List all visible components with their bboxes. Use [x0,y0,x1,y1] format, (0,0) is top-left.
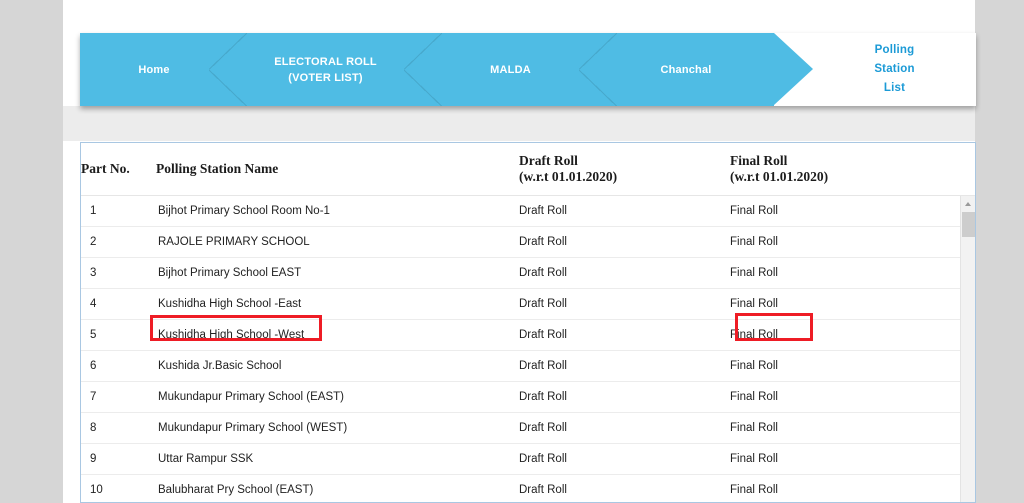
cell-draft-roll[interactable]: Draft Roll [519,319,730,351]
table-row: 4 Kushidha High School -East Draft Roll Fin… [81,288,975,320]
cell-final-roll[interactable]: Final Roll [730,257,975,289]
column-title: Final Roll [730,153,788,168]
cell-part-no: 10 [81,474,156,502]
cell-station-name: Uttar Rampur SSK [156,443,519,475]
cell-station-name: Kushida Jr.Basic School [156,350,519,382]
table-row: 8 Mukundapur Primary School (WEST) Draft R… [81,412,975,444]
cell-final-roll[interactable]: Final Roll [730,381,975,413]
cell-draft-roll[interactable]: Draft Roll [519,474,730,502]
cell-final-roll[interactable]: Final Roll [730,226,975,258]
table-row: 3 Bijhot Primary School EAST Draft Roll Fin… [81,257,975,289]
table-row: 7 Mukundapur Primary School (EAST) Draft R… [81,381,975,413]
cell-draft-roll[interactable]: Draft Roll [519,226,730,258]
vertical-scrollbar[interactable] [960,196,975,502]
column-title: Polling Station Name [156,161,279,176]
polling-station-table: Part No. Polling Station Name Draft Roll… [81,143,975,502]
table-body: 1 Bijhot Primary School Room No-1 Draft Ro… [81,195,975,502]
breadcrumb: Home ELECTORAL ROLL (VOTER LIST) MALDA C… [80,33,976,106]
table-header-row: Part No. Polling Station Name Draft Roll… [81,143,975,196]
column-title: Part No. [81,161,130,176]
cell-station-name: Kushidha High School -West [156,319,519,351]
breadcrumb-item-chanchal[interactable]: Chanchal [598,33,774,106]
column-header-station-name: Polling Station Name [156,143,519,196]
cell-draft-roll[interactable]: Draft Roll [519,288,730,320]
cell-draft-roll[interactable]: Draft Roll [519,195,730,227]
cell-station-name: RAJOLE PRIMARY SCHOOL [156,226,519,258]
cell-part-no: 7 [81,381,156,413]
cell-draft-roll[interactable]: Draft Roll [519,412,730,444]
cell-station-name: Mukundapur Primary School (EAST) [156,381,519,413]
table-row: 5 Kushidha High School -West Draft Roll Fin… [81,319,975,351]
breadcrumb-item-label: Home [138,63,170,76]
cell-final-roll[interactable]: Final Roll [730,195,975,227]
cell-station-name: Kushidha High School -East [156,288,519,320]
cell-final-roll[interactable]: Final Roll [730,443,975,475]
column-header-draft-roll: Draft Roll (w.r.t 01.01.2020) [519,143,730,196]
column-subtitle: (w.r.t 01.01.2020) [730,169,829,184]
cell-part-no: 4 [81,288,156,320]
cell-final-roll[interactable]: Final Roll [730,474,975,502]
column-subtitle: (w.r.t 01.01.2020) [519,169,618,184]
column-header-part-no: Part No. [81,143,156,196]
breadcrumb-item-malda[interactable]: MALDA [423,33,617,106]
section-divider-band [63,106,975,141]
breadcrumb-item-current: Polling Station List [813,33,976,106]
table-row: 2 RAJOLE PRIMARY SCHOOL Draft Roll Final Ro… [81,226,975,258]
cell-final-roll[interactable]: Final Roll [730,288,975,320]
cell-draft-roll[interactable]: Draft Roll [519,350,730,382]
cell-part-no: 6 [81,350,156,382]
cell-final-roll[interactable]: Final Roll [730,412,975,444]
cell-part-no: 2 [81,226,156,258]
cell-draft-roll[interactable]: Draft Roll [519,381,730,413]
table-row: 9 Uttar Rampur SSK Draft Roll Final Roll [81,443,975,475]
polling-station-table-panel: Part No. Polling Station Name Draft Roll… [80,142,976,503]
table-row: 6 Kushida Jr.Basic School Draft Roll Final … [81,350,975,382]
cell-part-no: 8 [81,412,156,444]
cell-final-roll[interactable]: Final Roll [730,350,975,382]
cell-station-name: Bijhot Primary School EAST [156,257,519,289]
cell-part-no: 5 [81,319,156,351]
cell-part-no: 3 [81,257,156,289]
column-title: Draft Roll [519,153,578,168]
page-root: Home ELECTORAL ROLL (VOTER LIST) MALDA C… [0,0,1024,503]
breadcrumb-item-label: MALDA [490,63,531,76]
cell-station-name: Mukundapur Primary School (WEST) [156,412,519,444]
breadcrumb-item-label: ELECTORAL ROLL (VOTER LIST) [274,55,377,84]
cell-part-no: 1 [81,195,156,227]
column-header-final-roll: Final Roll (w.r.t 01.01.2020) [730,143,975,196]
scroll-up-arrow-icon[interactable] [961,196,975,211]
table-header: Part No. Polling Station Name Draft Roll… [81,143,975,196]
cell-part-no: 9 [81,443,156,475]
breadcrumb-item-label: Chanchal [660,63,712,76]
breadcrumb-item-electoral-roll[interactable]: ELECTORAL ROLL (VOTER LIST) [228,33,442,106]
cell-draft-roll[interactable]: Draft Roll [519,257,730,289]
breadcrumb-current-label: Polling Station List [874,44,915,94]
table-row: 10 Balubharat Pry School (EAST) Draft Roll… [81,474,975,502]
breadcrumb-item-home[interactable]: Home [80,33,247,106]
cell-station-name: Balubharat Pry School (EAST) [156,474,519,502]
breadcrumb-arrow-icon [774,33,813,106]
scrollbar-thumb[interactable] [962,212,975,237]
cell-station-name: Bijhot Primary School Room No-1 [156,195,519,227]
cell-draft-roll[interactable]: Draft Roll [519,443,730,475]
cell-final-roll[interactable]: Final Roll [730,319,975,351]
table-row: 1 Bijhot Primary School Room No-1 Draft Ro… [81,195,975,227]
